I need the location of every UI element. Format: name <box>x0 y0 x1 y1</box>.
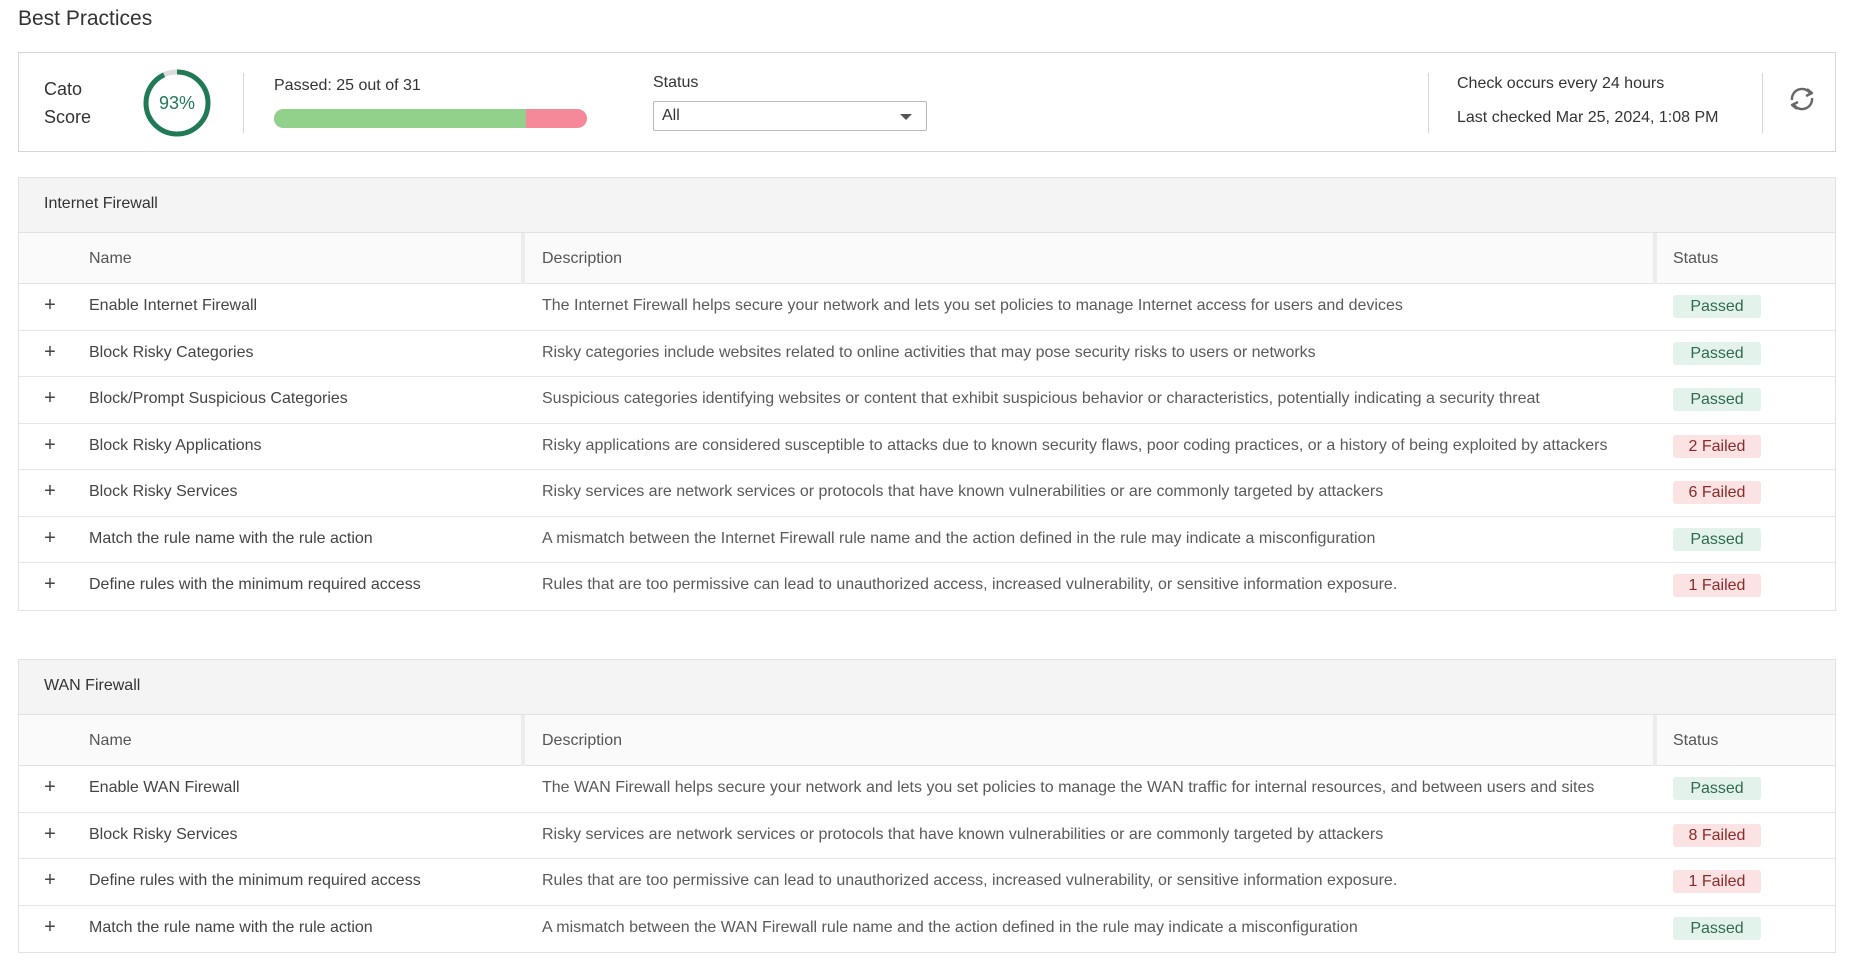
table-row[interactable]: + Define rules with the minimum required … <box>19 563 1835 610</box>
column-resize-handle[interactable] <box>1653 233 1657 284</box>
status-badge: Passed <box>1673 295 1761 318</box>
status-badge: 6 Failed <box>1673 481 1761 504</box>
column-resize-handle[interactable] <box>521 715 525 766</box>
page-title: Best Practices <box>18 7 153 30</box>
expand-plus-icon[interactable]: + <box>41 377 59 419</box>
expand-plus-icon[interactable]: + <box>41 470 59 512</box>
status-filter-select[interactable]: All <box>653 101 927 131</box>
last-checked: Last checked Mar 25, 2024, 1:08 PM <box>1457 109 1719 126</box>
section-0: Internet Firewall Name Description Status + E… <box>18 177 1836 611</box>
table-row[interactable]: + Block Risky Categories Risky categories … <box>19 331 1835 377</box>
table-row[interactable]: + Block/Prompt Suspicious Categories Suspi… <box>19 377 1835 424</box>
row-description: Risky services are network services or p… <box>542 483 1384 500</box>
row-description: A mismatch between the Internet Firewall… <box>542 529 1376 547</box>
status-filter-value: All <box>662 107 680 124</box>
column-header-description[interactable]: Description <box>542 715 622 766</box>
status-badge: 2 Failed <box>1673 434 1761 458</box>
column-resize-handle[interactable] <box>1653 715 1657 766</box>
row-description: The Internet Firewall helps secure your … <box>542 297 1403 314</box>
row-name: Block Risky Services <box>89 483 238 500</box>
status-badge: 8 Failed <box>1673 823 1761 847</box>
row-name: Block/Prompt Suspicious Categories <box>89 390 348 407</box>
status-badge: Passed <box>1673 777 1761 800</box>
expand-plus-icon[interactable]: + <box>41 424 59 466</box>
row-description: Suspicious categories identifying websit… <box>542 390 1540 407</box>
status-filter-label: Status <box>653 74 699 91</box>
chevron-down-icon <box>900 114 912 120</box>
row-name: Define rules with the minimum required a… <box>89 872 421 889</box>
expand-plus-icon[interactable]: + <box>41 813 59 855</box>
expand-plus-icon[interactable]: + <box>41 906 59 948</box>
row-name: Enable Internet Firewall <box>89 297 258 314</box>
table-row[interactable]: + Block Risky Services Risky services are … <box>19 470 1835 517</box>
row-name: Define rules with the minimum required a… <box>89 576 421 593</box>
row-name: Enable WAN Firewall <box>89 779 240 796</box>
table-row[interactable]: + Block Risky Services Risky services are … <box>19 813 1835 859</box>
score-percent: 93% <box>158 93 196 113</box>
status-badge: 1 Failed <box>1673 870 1761 893</box>
row-description: Risky applications are considered suscep… <box>542 436 1608 454</box>
passed-progress-bar <box>274 109 587 128</box>
row-description: A mismatch between the WAN Firewall rule… <box>542 918 1358 936</box>
expand-plus-icon[interactable]: + <box>41 284 59 326</box>
table-header: Name Description Status <box>19 233 1835 284</box>
cato-score-label-line1: Cato <box>44 79 83 99</box>
status-badge: Passed <box>1673 916 1761 940</box>
expand-plus-icon[interactable]: + <box>41 766 59 808</box>
divider <box>1428 73 1429 133</box>
row-name: Match the rule name with the rule action <box>89 918 373 936</box>
passed-progress-fill <box>274 109 527 128</box>
table-row[interactable]: + Match the rule name with the rule actio… <box>19 906 1835 953</box>
row-name: Block Risky Categories <box>89 343 254 361</box>
cato-score-label: Cato Score <box>44 75 91 131</box>
expand-plus-icon[interactable]: + <box>41 331 59 373</box>
cato-score-label-line2: Score <box>44 107 92 127</box>
section-1: WAN Firewall Name Description Status + Enable… <box>18 659 1836 953</box>
table-row[interactable]: + Define rules with the minimum required … <box>19 859 1835 906</box>
table-row[interactable]: + Enable WAN Firewall The WAN Firewall hel… <box>19 766 1835 813</box>
column-header-status[interactable]: Status <box>1673 233 1718 284</box>
expand-plus-icon[interactable]: + <box>41 517 59 559</box>
summary-card: Cato Score 93% Passed: 25 out of 31 Stat… <box>18 52 1836 152</box>
column-header-status[interactable]: Status <box>1673 715 1718 766</box>
status-badge: Passed <box>1673 388 1761 411</box>
expand-plus-icon[interactable]: + <box>41 563 59 605</box>
row-description: Risky categories include websites relate… <box>542 343 1316 361</box>
table-header: Name Description Status <box>19 715 1835 766</box>
column-header-description[interactable]: Description <box>542 233 622 284</box>
column-resize-handle[interactable] <box>521 233 525 284</box>
row-description: Rules that are too permissive can lead t… <box>542 872 1398 889</box>
column-header-name[interactable]: Name <box>89 715 132 766</box>
status-badge: 1 Failed <box>1673 574 1761 597</box>
expand-plus-icon[interactable]: + <box>41 859 59 901</box>
row-description: Risky services are network services or p… <box>542 825 1384 843</box>
table-row[interactable]: + Block Risky Applications Risky applicati… <box>19 424 1835 470</box>
row-name: Match the rule name with the rule action <box>89 529 373 547</box>
refresh-icon[interactable] <box>1785 82 1819 116</box>
section-title: Internet Firewall <box>19 178 1835 233</box>
divider <box>1762 73 1763 133</box>
check-interval: Check occurs every 24 hours <box>1457 75 1665 92</box>
row-name: Block Risky Applications <box>89 436 262 454</box>
row-name: Block Risky Services <box>89 825 238 843</box>
divider <box>243 73 244 133</box>
column-header-name[interactable]: Name <box>89 233 132 284</box>
status-badge: Passed <box>1673 341 1761 365</box>
status-badge: Passed <box>1673 527 1761 551</box>
row-description: The WAN Firewall helps secure your netwo… <box>542 779 1595 796</box>
table-row[interactable]: + Match the rule name with the rule actio… <box>19 517 1835 563</box>
passed-count: Passed: 25 out of 31 <box>274 77 421 94</box>
row-description: Rules that are too permissive can lead t… <box>542 576 1398 593</box>
section-title: WAN Firewall <box>19 660 1835 715</box>
table-row[interactable]: + Enable Internet Firewall The Internet Fi… <box>19 284 1835 331</box>
